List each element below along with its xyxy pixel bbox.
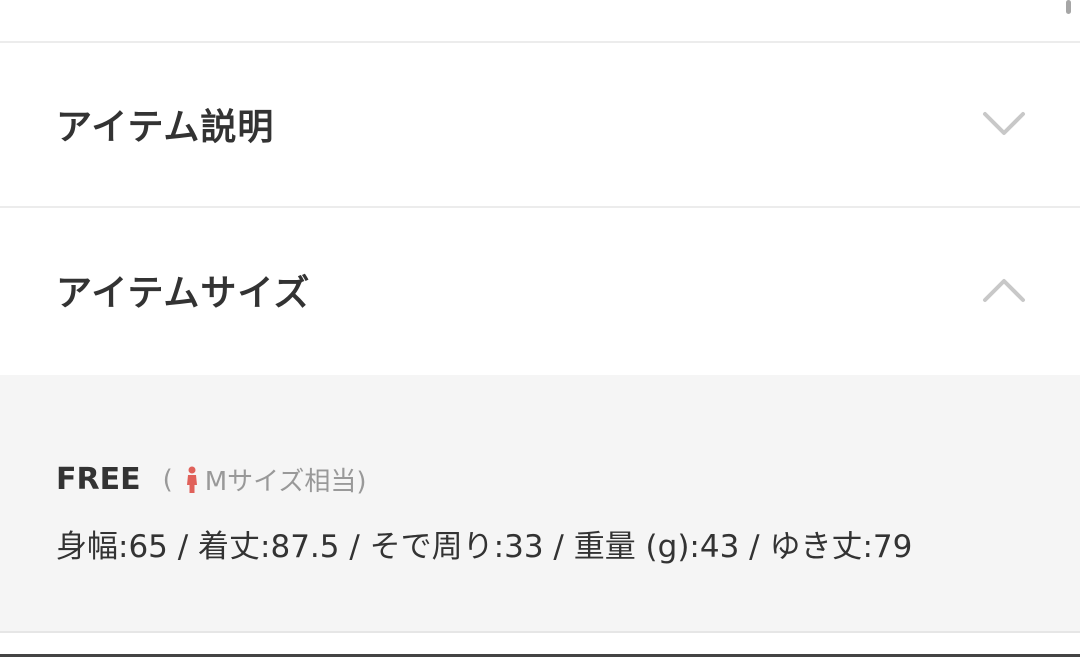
chevron-up-icon[interactable] — [982, 277, 1026, 303]
section-divider — [0, 631, 1080, 633]
size-reference-open: ( — [162, 464, 173, 495]
size-row-header: FREE ( Mサイズ相当) — [56, 461, 367, 498]
item-details-page: アイテム説明 アイテムサイズ FREE ( Mサイズ相当) 身幅:65 / 着丈… — [0, 0, 1080, 657]
item-description-title: アイテム説明 — [56, 107, 275, 148]
size-measurements: 身幅:65 / 着丈:87.5 / そで周り:33 / 重量 (g):43 / … — [56, 529, 913, 565]
person-icon — [186, 466, 197, 493]
size-reference-label: Mサイズ相当) — [204, 467, 367, 497]
size-reference: ( Mサイズ相当) — [163, 461, 367, 498]
item-size-header[interactable]: アイテムサイズ — [0, 208, 1080, 372]
item-description-header[interactable]: アイテム説明 — [0, 42, 1080, 206]
size-name: FREE — [56, 462, 141, 497]
chevron-down-icon[interactable] — [982, 111, 1026, 137]
item-size-title: アイテムサイズ — [56, 273, 311, 314]
item-size-panel: FREE ( Mサイズ相当) 身幅:65 / 着丈:87.5 / そで周り:33… — [0, 375, 1080, 631]
scrollbar-thumb[interactable] — [1066, 0, 1071, 14]
